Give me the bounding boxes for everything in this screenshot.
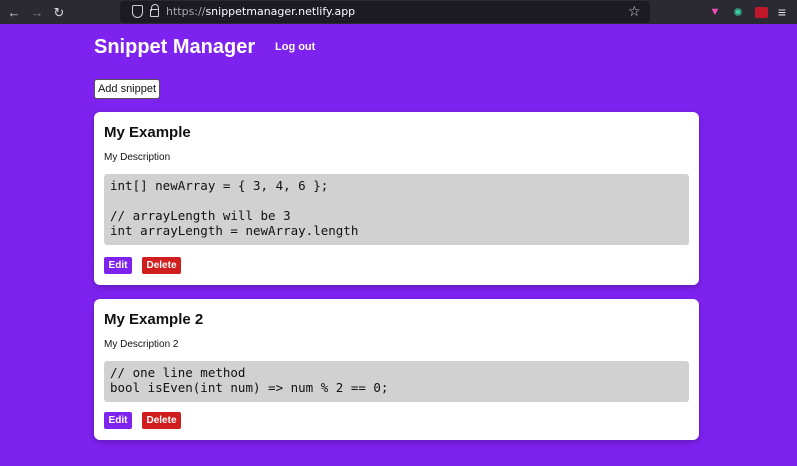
snippet-code: int[] newArray = { 3, 4, 6 }; // arrayLe… — [104, 174, 689, 245]
arrow-left-icon[interactable]: ← — [6, 4, 22, 20]
snippet-title: My Example 2 — [104, 311, 204, 328]
url-bar[interactable]: https://snippetmanager.netlify.app ☆ — [120, 1, 650, 23]
url-host: snippetmanager.netlify.app — [205, 5, 356, 18]
snippet-card: My Example My Description int[] newArray… — [94, 112, 699, 285]
pocket-icon[interactable]: ▼ — [708, 5, 722, 19]
url-text[interactable]: https://snippetmanager.netlify.app — [166, 5, 355, 18]
reload-icon[interactable]: ↻ — [51, 4, 67, 20]
shield-icon[interactable] — [132, 5, 143, 18]
toolbox-icon[interactable] — [754, 5, 768, 19]
add-snippet-button[interactable]: Add snippet — [94, 79, 160, 99]
bug-icon[interactable]: ✺ — [731, 5, 745, 19]
arrow-right-icon[interactable]: → — [29, 4, 45, 20]
snippet-description: My Description 2 — [104, 339, 179, 350]
app-title: Snippet Manager — [94, 36, 256, 58]
snippet-code: // one line method bool isEven(int num) … — [104, 361, 689, 402]
delete-button[interactable]: Delete — [142, 257, 181, 274]
url-scheme: https:// — [166, 5, 206, 18]
snippet-description: My Description — [104, 152, 171, 163]
edit-button[interactable]: Edit — [104, 257, 132, 274]
browser-toolbar: ← → ↻ https://snippetmanager.netlify.app… — [0, 0, 797, 24]
snippet-card: My Example 2 My Description 2 // one lin… — [94, 299, 699, 440]
logout-button[interactable]: Log out — [275, 41, 315, 53]
delete-button[interactable]: Delete — [142, 412, 181, 429]
hamburger-menu-icon[interactable]: ≡ — [775, 4, 789, 20]
edit-button[interactable]: Edit — [104, 412, 132, 429]
snippet-title: My Example — [104, 124, 191, 141]
lock-icon[interactable] — [150, 4, 159, 17]
star-icon[interactable]: ☆ — [628, 3, 641, 20]
